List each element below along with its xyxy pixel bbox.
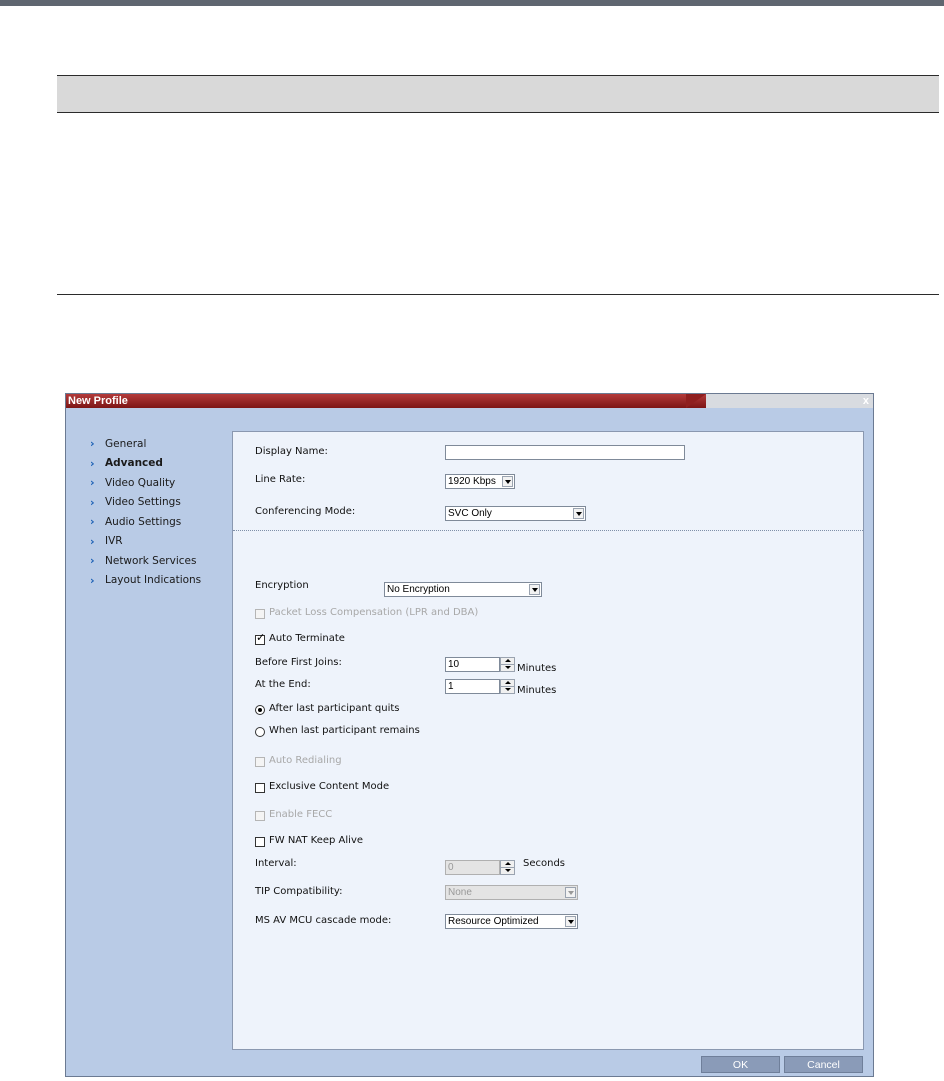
cancel-button[interactable]: Cancel: [784, 1056, 863, 1073]
dropdown-arrow-icon: [573, 508, 584, 519]
minutes-label: Minutes: [517, 685, 557, 696]
encryption-label: Encryption: [255, 580, 309, 591]
chevron-right-icon: ›: [90, 456, 95, 470]
sidebar-item-general[interactable]: › General: [90, 434, 201, 454]
dropdown-arrow-icon: [565, 887, 576, 898]
before-first-joins-stepper[interactable]: 10: [445, 657, 515, 672]
new-profile-dialog: New Profile x › General › Advanced › Video …: [65, 393, 874, 1077]
sidebar-item-audio-settings[interactable]: › Audio Settings: [90, 512, 201, 532]
section-divider: [233, 530, 863, 531]
ms-av-cascade-value: Resource Optimized: [448, 916, 539, 927]
close-icon[interactable]: x: [863, 394, 869, 408]
interval-label: Interval:: [255, 858, 297, 869]
display-name-label: Display Name:: [255, 446, 328, 457]
titlebar-slope: [686, 394, 706, 408]
conferencing-mode-select[interactable]: SVC Only: [445, 506, 586, 521]
enable-fecc-checkbox[interactable]: [255, 811, 265, 821]
auto-terminate-checkbox[interactable]: ✓: [255, 631, 266, 645]
document-divider: [57, 294, 939, 295]
sidebar-item-video-quality[interactable]: › Video Quality: [90, 473, 201, 493]
chevron-right-icon: ›: [90, 515, 95, 529]
document-table-header: [57, 75, 939, 113]
display-name-input[interactable]: [445, 445, 685, 460]
interval-stepper[interactable]: 0: [445, 860, 515, 875]
line-rate-label: Line Rate:: [255, 474, 306, 485]
tip-compatibility-label: TIP Compatibility:: [255, 886, 343, 897]
chevron-right-icon: ›: [90, 476, 95, 490]
packet-loss-checkbox[interactable]: [255, 609, 265, 619]
at-the-end-label: At the End:: [255, 679, 311, 690]
line-rate-select[interactable]: 1920 Kbps: [445, 474, 515, 489]
titlebar-red-band: [66, 394, 706, 408]
encryption-select[interactable]: No Encryption: [384, 582, 542, 597]
encryption-value: No Encryption: [387, 584, 450, 595]
spin-down-icon[interactable]: [500, 664, 515, 672]
fw-nat-keep-alive-label: FW NAT Keep Alive: [269, 835, 364, 846]
spin-buttons[interactable]: [500, 860, 515, 875]
dropdown-arrow-icon: [529, 584, 540, 595]
chevron-right-icon: ›: [90, 573, 95, 587]
ms-av-cascade-label: MS AV MCU cascade mode:: [255, 915, 392, 926]
after-last-quits-label: After last participant quits: [269, 703, 400, 714]
sidebar-item-advanced[interactable]: › Advanced: [90, 454, 201, 474]
before-first-joins-label: Before First Joins:: [255, 657, 342, 668]
at-the-end-value: 1: [448, 681, 454, 692]
exclusive-content-label: Exclusive Content Mode: [269, 781, 390, 792]
at-the-end-stepper[interactable]: 1: [445, 679, 515, 694]
before-first-joins-value: 10: [448, 659, 460, 670]
after-last-quits-radio[interactable]: [255, 705, 265, 715]
ok-button[interactable]: OK: [701, 1056, 780, 1073]
sidebar-nav: › General › Advanced › Video Quality › Video…: [90, 434, 201, 590]
dialog-titlebar: New Profile x: [66, 394, 873, 408]
checkmark-icon: ✓: [256, 631, 266, 644]
enable-fecc-label: Enable FECC: [269, 809, 333, 820]
seconds-label: Seconds: [523, 858, 566, 869]
when-last-remains-label: When last participant remains: [269, 725, 420, 736]
sidebar-item-video-settings[interactable]: › Video Settings: [90, 493, 201, 513]
sidebar-item-network-services[interactable]: › Network Services: [90, 551, 201, 571]
radio-selected-dot: [258, 708, 262, 712]
spin-buttons[interactable]: [500, 657, 515, 672]
exclusive-content-checkbox[interactable]: [255, 783, 265, 793]
chevron-right-icon: ›: [90, 437, 95, 451]
sidebar-item-ivr[interactable]: › IVR: [90, 532, 201, 552]
sidebar-item-layout-indications[interactable]: › Layout Indications: [90, 571, 201, 591]
conferencing-mode-label: Conferencing Mode:: [255, 506, 356, 517]
auto-redialing-checkbox[interactable]: [255, 757, 265, 767]
dropdown-arrow-icon: [502, 476, 513, 487]
conferencing-mode-value: SVC Only: [448, 508, 492, 519]
when-last-remains-radio[interactable]: [255, 727, 265, 737]
spin-buttons[interactable]: [500, 679, 515, 694]
tip-compatibility-value: None: [448, 887, 472, 898]
ms-av-cascade-select[interactable]: Resource Optimized: [445, 914, 578, 929]
settings-panel: Display Name: Line Rate: 1920 Kbps Confe…: [232, 431, 864, 1050]
tip-compatibility-select[interactable]: None: [445, 885, 578, 900]
auto-terminate-label: Auto Terminate: [269, 633, 345, 644]
packet-loss-label: Packet Loss Compensation (LPR and DBA): [269, 607, 479, 618]
auto-redialing-label: Auto Redialing: [269, 755, 342, 766]
spin-down-icon[interactable]: [500, 867, 515, 875]
chevron-right-icon: ›: [90, 495, 95, 509]
line-rate-value: 1920 Kbps: [448, 476, 496, 487]
page-top-bar: [0, 0, 944, 6]
chevron-right-icon: ›: [90, 554, 95, 568]
minutes-label: Minutes: [517, 663, 557, 674]
spin-down-icon[interactable]: [500, 686, 515, 694]
dialog-title: New Profile: [68, 395, 128, 407]
chevron-right-icon: ›: [90, 534, 95, 548]
interval-value: 0: [448, 862, 454, 873]
fw-nat-keep-alive-checkbox[interactable]: [255, 837, 265, 847]
dropdown-arrow-icon: [565, 916, 576, 927]
